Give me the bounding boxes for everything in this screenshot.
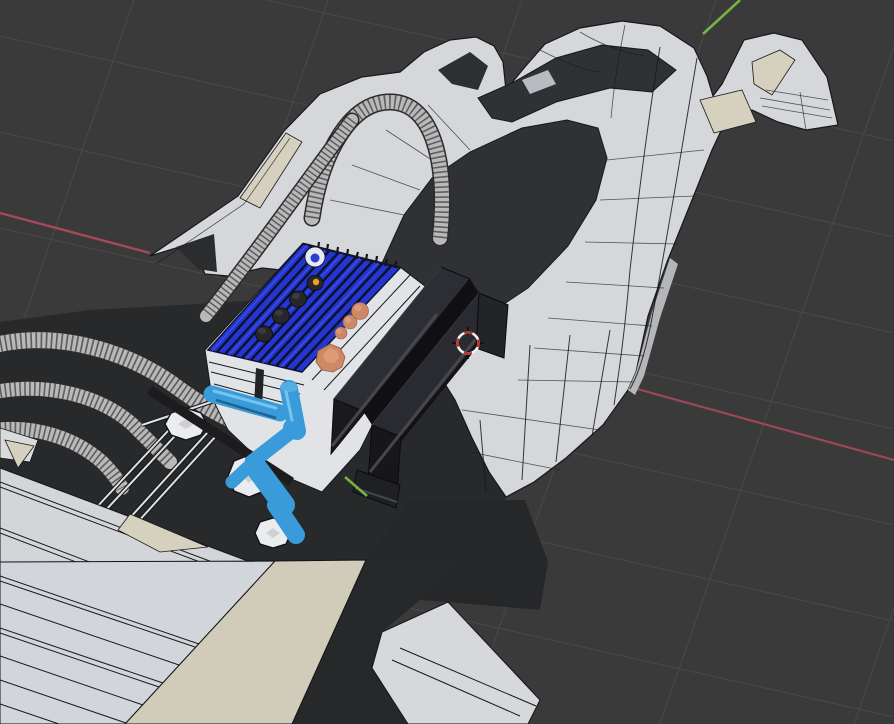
wing-endplate	[371, 601, 541, 724]
orange-cap-dot	[312, 278, 320, 286]
3d-viewport[interactable]	[0, 0, 894, 724]
y-axis-line	[702, 0, 741, 35]
